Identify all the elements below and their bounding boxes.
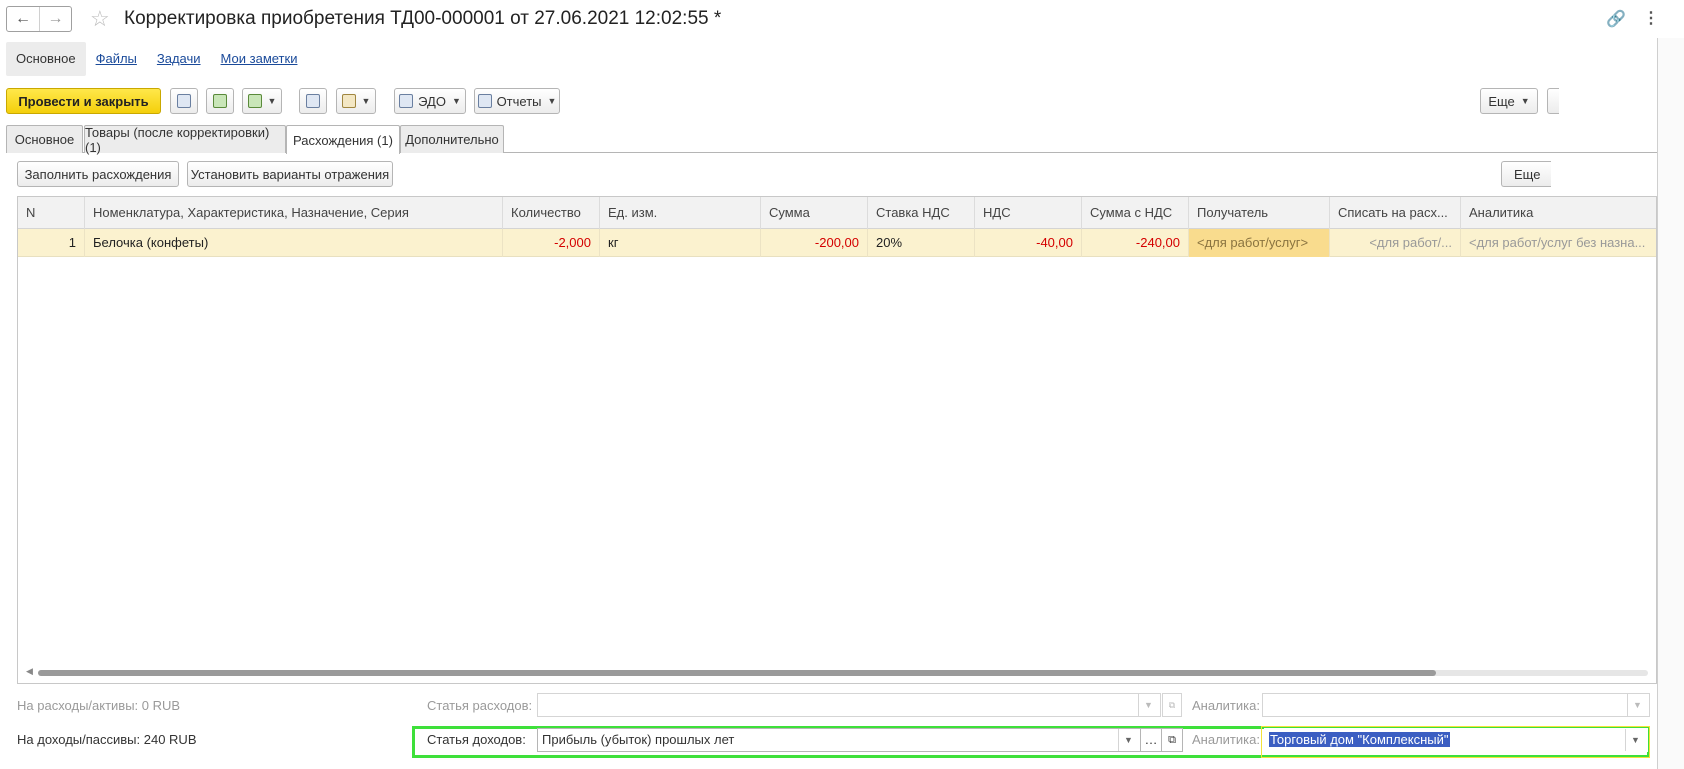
column-header-qty[interactable]: Количество [503,197,600,229]
column-header-analytics[interactable]: Аналитика [1461,197,1656,229]
save-icon [177,94,191,108]
post-button[interactable] [206,88,234,114]
chevron-down-icon[interactable]: ▼ [1625,729,1645,751]
income-analytics-value: Торговый дом "Комплексный" [1269,732,1450,747]
income-item-value: Прибыль (убыток) прошлых лет [542,732,735,747]
forward-arrow-icon[interactable]: → [39,7,71,31]
table-command-bar: Заполнить расхождения Установить вариант… [17,161,1677,187]
scroll-left-icon[interactable]: ◀ [26,666,33,677]
chevron-down-icon: ▼ [1520,96,1530,106]
cell-analytics[interactable]: <для работ/услуг без назна... [1461,229,1656,257]
print-button[interactable]: ▼ [336,88,376,114]
more-button[interactable]: Еще ▼ [1480,88,1538,114]
fill-discrepancies-button[interactable]: Заполнить расхождения [17,161,179,187]
title-bar: ← → ☆ Корректировка приобретения ТД00-00… [0,0,1684,38]
cell-item[interactable]: Белочка (конфеты) [85,229,503,257]
column-header-sum-vat[interactable]: Сумма с НДС [1082,197,1189,229]
tab-goods-after[interactable]: Товары (после корректировки) (1) [84,125,286,155]
help-button[interactable] [1547,88,1559,114]
cell-vat[interactable]: -40,00 [975,229,1082,257]
column-header-vat-rate[interactable]: Ставка НДС [868,197,975,229]
income-item-field[interactable]: Прибыль (убыток) прошлых лет ▼ [537,728,1141,752]
nav-item-main[interactable]: Основное [6,42,86,76]
column-header-recipient[interactable]: Получатель [1189,197,1330,229]
column-header-n[interactable]: N [18,197,85,229]
column-header-unit[interactable]: Ед. изм. [600,197,761,229]
income-item-label: Статья доходов: [427,732,526,747]
journal-icon [306,94,320,108]
tab-bar: Основное Товары (после корректировки) (1… [6,125,1678,155]
link-icon[interactable]: 🔗 [1606,9,1626,29]
side-panel-edge [1657,38,1684,769]
more-label: Еще [1488,93,1515,109]
open-icon: ⧉ [1163,694,1181,716]
cell-sum[interactable]: -200,00 [761,229,868,257]
chevron-down-icon: ▼ [1138,694,1158,716]
chevron-down-icon[interactable]: ▼ [1118,729,1138,751]
column-header-sum[interactable]: Сумма [761,197,868,229]
post-icon [213,94,227,108]
income-total: На доходы/пассивы: 240 RUB [17,732,197,747]
set-variants-button[interactable]: Установить варианты отражения [187,161,393,187]
income-analytics-label: Аналитика: [1192,732,1260,747]
edo-label: ЭДО [418,93,446,109]
page-title: Корректировка приобретения ТД00-000001 о… [124,8,722,29]
table-header: N Номенклатура, Характеристика, Назначен… [18,197,1656,229]
reports-button[interactable]: Отчеты ▼ [474,88,560,114]
create-based-icon [247,94,262,108]
print-icon [341,94,356,108]
chevron-down-icon: ▼ [451,96,461,106]
cell-write-off[interactable]: <для работ/... [1330,229,1461,257]
open-icon[interactable]: ⧉ [1161,728,1183,752]
horizontal-scrollbar[interactable]: ◀ [26,666,1648,677]
chevron-down-icon: ▼ [547,96,557,106]
income-item-select-button[interactable]: … [1140,728,1162,752]
command-bar: Провести и закрыть ▼ ▼ ЭДО ▼ Отчеты ▼ Еще ▼ [6,88,1678,114]
chevron-down-icon: ▼ [1627,694,1647,716]
cell-qty[interactable]: -2,000 [503,229,600,257]
expense-analytics-label: Аналитика: [1192,698,1260,713]
create-based-on-button[interactable]: ▼ [242,88,282,114]
edo-icon [399,94,414,108]
tab-additional[interactable]: Дополнительно [400,125,504,153]
chevron-down-icon: ▼ [267,96,277,106]
journal-button[interactable] [299,88,327,114]
cell-sum-vat[interactable]: -240,00 [1082,229,1189,257]
nav-item-files[interactable]: Файлы [86,42,147,76]
discrepancies-table: N Номенклатура, Характеристика, Назначен… [17,196,1657,684]
column-header-vat[interactable]: НДС [975,197,1082,229]
chevron-down-icon: ▼ [361,96,371,106]
expense-item-open-button: ⧉ [1162,693,1182,717]
reports-label: Отчеты [496,93,542,109]
back-arrow-icon[interactable]: ← [7,7,39,31]
column-header-write-off[interactable]: Списать на расх... [1330,197,1461,229]
column-header-item[interactable]: Номенклатура, Характеристика, Назначение… [85,197,503,229]
nav-item-tasks[interactable]: Задачи [147,42,211,76]
expense-item-label: Статья расходов: [427,698,533,713]
cell-vat-rate[interactable]: 20% [868,229,975,257]
expenses-total: На расходы/активы: 0 RUB [17,698,181,713]
expense-analytics-field: ▼ [1262,693,1650,717]
scrollbar-thumb[interactable] [38,670,1436,676]
nav-item-notes[interactable]: Мои заметки [211,42,308,76]
cell-recipient[interactable]: <для работ/услуг> [1189,229,1330,257]
cell-n[interactable]: 1 [18,229,85,257]
reports-icon [477,94,492,108]
more-vertical-icon[interactable]: ⋮ [1643,8,1659,28]
form-sections-nav: Основное Файлы Задачи Мои заметки [6,42,307,76]
table-more-button[interactable]: Еще [1501,161,1551,187]
table-row[interactable]: 1 Белочка (конфеты) -2,000 кг -200,00 20… [18,229,1656,257]
cell-unit[interactable]: кг [600,229,761,257]
save-button[interactable] [170,88,198,114]
edo-button[interactable]: ЭДО ▼ [394,88,466,114]
income-analytics-field[interactable]: Торговый дом "Комплексный" ▼ [1264,728,1648,752]
post-and-close-button[interactable]: Провести и закрыть [6,88,161,114]
tab-discrepancies[interactable]: Расхождения (1) [286,125,400,154]
favorite-star-icon[interactable]: ☆ [90,6,110,32]
tab-main[interactable]: Основное [6,125,83,153]
expense-item-field: ▼ [537,693,1161,717]
history-nav: ← → [6,6,72,32]
